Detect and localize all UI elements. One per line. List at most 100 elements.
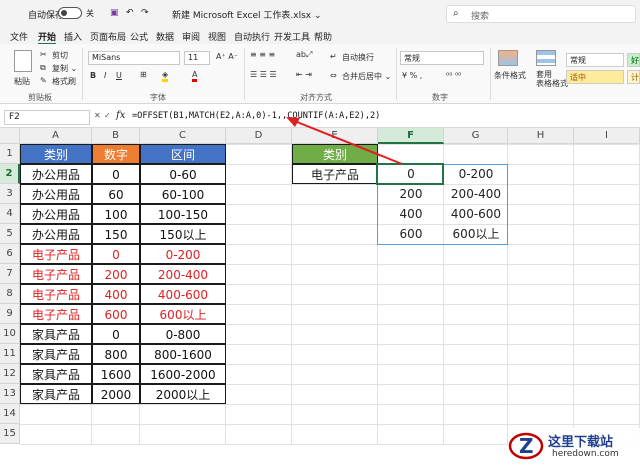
spill-result-cell[interactable]: 400 [378, 204, 444, 224]
column-header-h[interactable]: H [508, 128, 574, 144]
menu-view[interactable]: 视图 [208, 30, 226, 43]
row-header-15[interactable]: 15 [0, 424, 20, 444]
table-row-cell[interactable]: 电子产品 [20, 244, 92, 264]
spill-result-cell[interactable]: 200 [378, 184, 444, 204]
paste-icon[interactable] [14, 50, 32, 72]
menu-automate[interactable]: 自动执行 [234, 30, 270, 43]
table-row-cell[interactable]: 办公用品 [20, 224, 92, 244]
table-row-cell[interactable]: 800-1600 [140, 344, 226, 364]
search-input[interactable]: ⌕ 搜索 [446, 5, 636, 23]
table-row-cell[interactable]: 办公用品 [20, 184, 92, 204]
table-row-cell[interactable]: 200-400 [140, 264, 226, 284]
spill-result-cell[interactable]: 600 [378, 224, 444, 244]
table-row-cell[interactable]: 800 [92, 344, 140, 364]
row-header-13[interactable]: 13 [0, 384, 20, 404]
conditional-format-label[interactable]: 条件格式 [494, 70, 526, 81]
table-row-cell[interactable]: 家具产品 [20, 364, 92, 384]
fill-color-icon[interactable]: ◈ [162, 70, 169, 82]
cut-label[interactable]: 剪切 [52, 50, 68, 61]
spill-result-cell[interactable]: 0-200 [444, 164, 508, 184]
bold-icon[interactable]: B [90, 71, 96, 80]
merge-icon[interactable]: ⇔ [330, 71, 337, 80]
style-normal[interactable]: 常规 [566, 53, 624, 67]
save-icon[interactable]: ▣ [110, 8, 119, 18]
decimal-icon[interactable]: ⁰⁰ ⁰⁰ [446, 71, 461, 80]
redo-icon[interactable]: ↷ [141, 8, 149, 18]
number-format-select[interactable]: 常规 [400, 51, 484, 65]
row-header-2[interactable]: 2 [0, 164, 20, 184]
align-top-icon[interactable]: ≡ ≡ ≡ [250, 50, 275, 59]
menu-data[interactable]: 数据 [156, 30, 174, 43]
table-row-cell[interactable]: 600以上 [140, 304, 226, 324]
wrap-text-icon[interactable]: ↵ [330, 52, 337, 61]
style-neutral[interactable]: 适中 [566, 70, 624, 84]
table-row-cell[interactable]: 家具产品 [20, 324, 92, 344]
paste-label[interactable]: 粘贴 [14, 76, 30, 87]
spill-result-cell[interactable]: 400-600 [444, 204, 508, 224]
currency-icon[interactable]: ¥ % , [402, 71, 422, 80]
table-row-cell[interactable]: 2000以上 [140, 384, 226, 404]
menu-help[interactable]: 帮助 [314, 30, 332, 43]
table-row-cell[interactable]: 0-60 [140, 164, 226, 184]
table-row-cell[interactable]: 1600-2000 [140, 364, 226, 384]
border-icon[interactable]: ⊞ [140, 70, 147, 79]
table-row-cell[interactable]: 家具产品 [20, 384, 92, 404]
menu-home[interactable]: 开始 [38, 30, 57, 45]
table-row-cell[interactable]: 60-100 [140, 184, 226, 204]
table-row-cell[interactable]: 0 [92, 324, 140, 344]
row-header-8[interactable]: 8 [0, 284, 20, 304]
table-header-cell[interactable]: 类别 [20, 144, 92, 164]
column-header-c[interactable]: C [140, 128, 226, 144]
font-size-select[interactable]: 11 [184, 51, 210, 65]
menu-formulas[interactable]: 公式 [130, 30, 148, 43]
row-header-1[interactable]: 1 [0, 144, 20, 164]
format-table-label[interactable]: 套用 表格格式 [536, 70, 568, 88]
table-row-cell[interactable]: 办公用品 [20, 164, 92, 184]
row-header-14[interactable]: 14 [0, 404, 20, 424]
copy-label[interactable]: 复制 ⌄ [52, 63, 77, 74]
column-header-b[interactable]: B [92, 128, 140, 144]
table-row-cell[interactable]: 60 [92, 184, 140, 204]
column-header-i[interactable]: I [574, 128, 640, 144]
indent-icon[interactable]: ⇤ ⇥ [296, 70, 312, 79]
menu-page-layout[interactable]: 页面布局 [90, 30, 126, 43]
table-row-cell[interactable]: 200 [92, 264, 140, 284]
row-header-4[interactable]: 4 [0, 204, 20, 224]
format-table-icon[interactable] [536, 50, 556, 66]
conditional-format-icon[interactable] [498, 50, 518, 66]
undo-icon[interactable]: ↶ [126, 8, 134, 18]
grow-font-icon[interactable]: A⁺ A⁻ [216, 52, 238, 61]
copy-icon[interactable]: ⧉ [40, 63, 46, 73]
select-all-corner[interactable] [0, 128, 20, 144]
italic-icon[interactable]: I [104, 71, 106, 80]
fx-icon[interactable]: fx [116, 110, 125, 121]
menu-file[interactable]: 文件 [10, 30, 28, 43]
cut-icon[interactable]: ✂ [40, 50, 47, 59]
table-row-cell[interactable]: 家具产品 [20, 344, 92, 364]
column-header-a[interactable]: A [20, 128, 92, 144]
table-row-cell[interactable]: 办公用品 [20, 204, 92, 224]
column-header-g[interactable]: G [444, 128, 508, 144]
style-good[interactable]: 好 [627, 53, 640, 67]
menu-review[interactable]: 审阅 [182, 30, 200, 43]
row-header-7[interactable]: 7 [0, 264, 20, 284]
spreadsheet-grid[interactable]: A B C D E F G H I 1 2 3 4 5 6 7 8 9 10 11 12 13 14 15 类别 数字 区间 办公用品… [0, 128, 640, 465]
orientation-icon[interactable]: ab⤢ [296, 50, 312, 60]
font-color-icon[interactable]: A [192, 70, 198, 82]
format-painter-icon[interactable]: ✎ [40, 76, 47, 85]
table-row-cell[interactable]: 150以上 [140, 224, 226, 244]
table-row-cell[interactable]: 电子产品 [20, 304, 92, 324]
table-header-cell[interactable]: 区间 [140, 144, 226, 164]
name-box[interactable]: F2 [4, 110, 90, 125]
autosave-toggle[interactable] [58, 7, 82, 19]
menu-insert[interactable]: 插入 [64, 30, 82, 43]
cancel-icon[interactable]: ✕ [94, 111, 101, 120]
row-header-5[interactable]: 5 [0, 224, 20, 244]
row-header-6[interactable]: 6 [0, 244, 20, 264]
table-row-cell[interactable]: 0 [92, 244, 140, 264]
table-row-cell[interactable]: 电子产品 [20, 264, 92, 284]
spill-result-cell[interactable]: 600以上 [444, 224, 508, 244]
table-row-cell[interactable]: 0 [92, 164, 140, 184]
merge-center-label[interactable]: 合并后居中 ⌄ [342, 71, 391, 82]
table-row-cell[interactable]: 0-800 [140, 324, 226, 344]
